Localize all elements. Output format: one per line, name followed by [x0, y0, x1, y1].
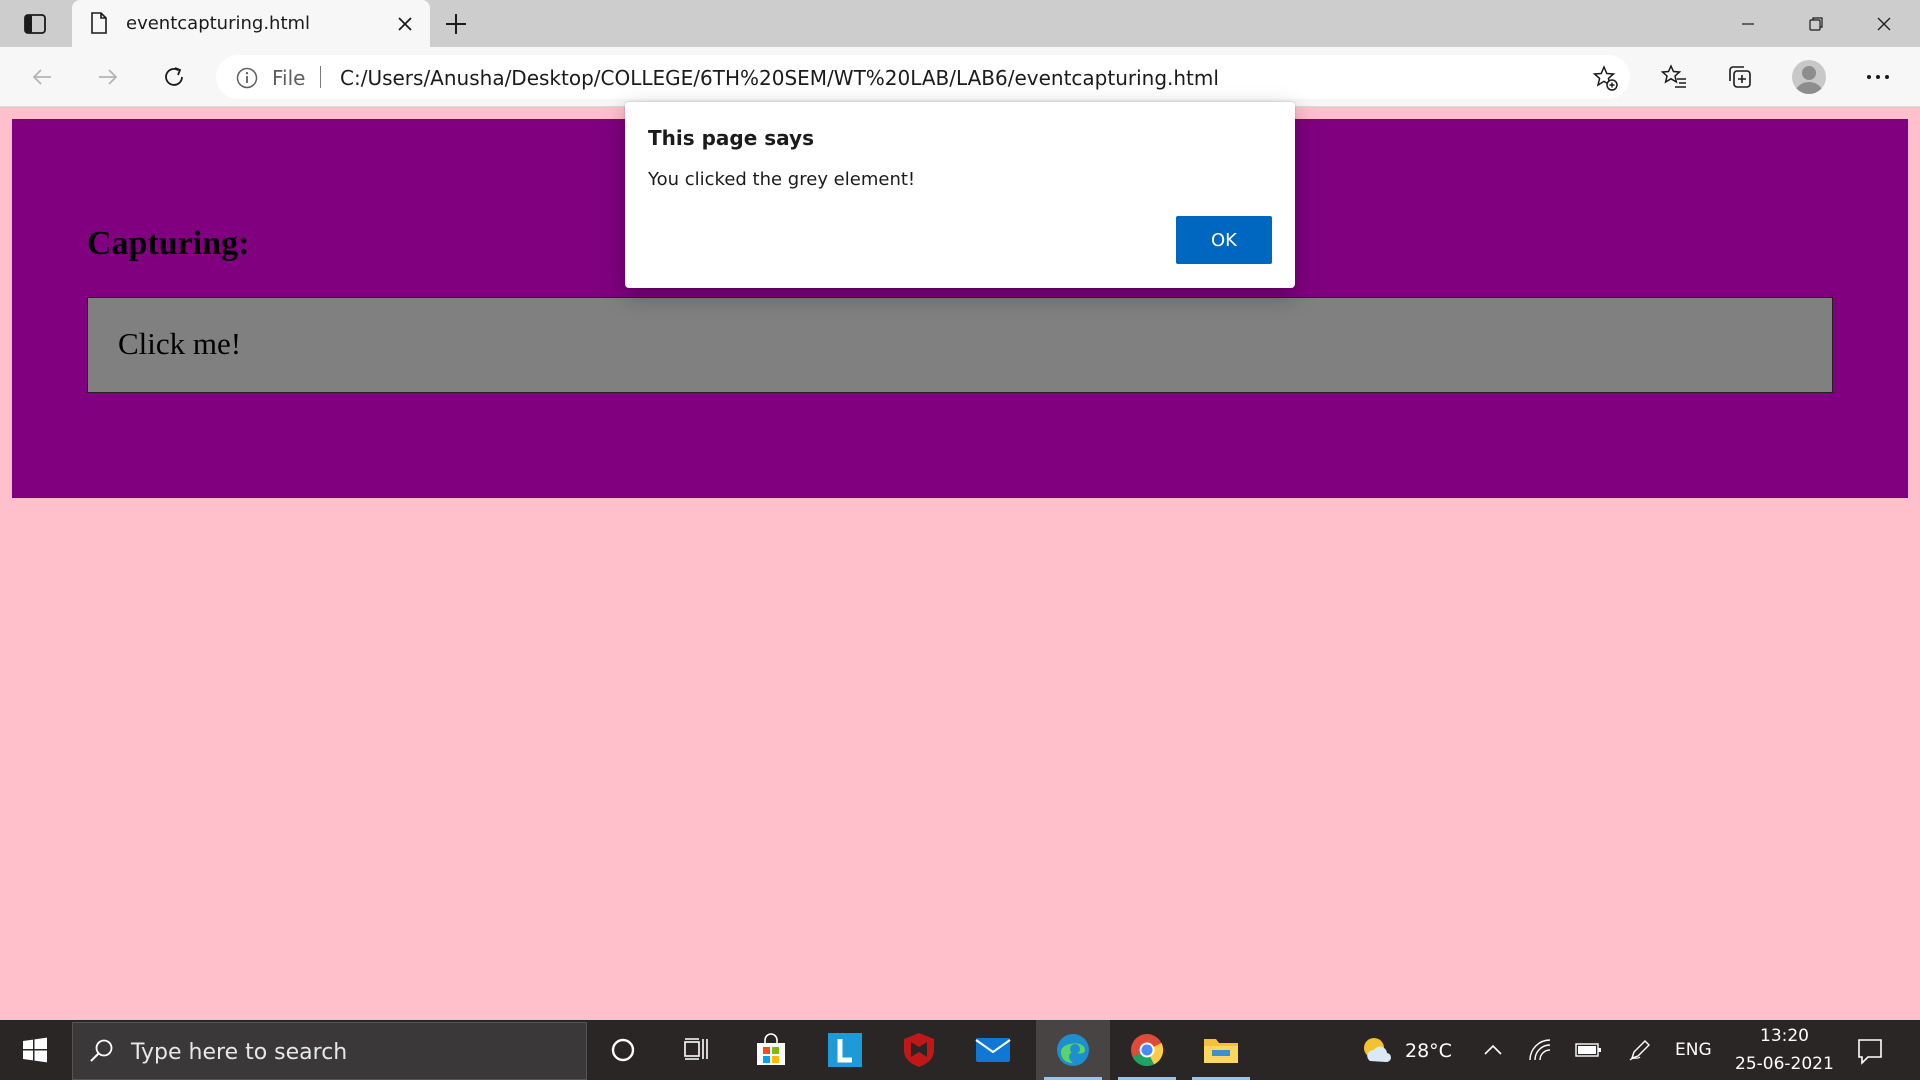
mail-icon: [975, 1038, 1011, 1062]
minimize-icon: [1742, 22, 1754, 25]
browser-toolbar: File C:/Users/Anusha/Desktop/COLLEGE/6TH…: [0, 47, 1920, 107]
forward-button[interactable]: [90, 59, 126, 95]
close-tab-icon[interactable]: [394, 13, 416, 35]
taskbar-search-box[interactable]: Type here to search: [72, 1022, 587, 1080]
cortana-icon: [611, 1038, 635, 1062]
taskbar-mcafee[interactable]: [882, 1020, 956, 1080]
user-icon: [1795, 66, 1823, 94]
l-app-icon: [828, 1033, 862, 1067]
dialog-title: This page says: [648, 126, 814, 150]
taskbar-mail[interactable]: [956, 1020, 1030, 1080]
profile-avatar[interactable]: [1792, 60, 1826, 94]
taskbar-file-explorer[interactable]: [1184, 1020, 1258, 1080]
collections-button[interactable]: [1722, 59, 1758, 95]
back-button[interactable]: [24, 59, 60, 95]
address-separator: [320, 66, 321, 88]
page-heading: Capturing:: [87, 225, 250, 262]
notification-icon[interactable]: [1856, 1037, 1884, 1065]
back-arrow-icon: [32, 69, 51, 85]
search-icon: [90, 1039, 113, 1062]
restore-icon: [1809, 16, 1823, 31]
minimize-button[interactable]: [1714, 0, 1782, 47]
restore-button[interactable]: [1782, 0, 1850, 47]
search-placeholder: Type here to search: [131, 1040, 348, 1065]
chevron-up-icon[interactable]: [1482, 1040, 1504, 1060]
more-icon: [1867, 75, 1889, 79]
clock-date[interactable]: 25-06-2021: [1735, 1054, 1834, 1074]
dialog-message: You clicked the grey element!: [648, 169, 916, 190]
taskbar-chrome[interactable]: [1110, 1020, 1184, 1080]
grey-element-text: Click me!: [118, 326, 242, 361]
tab-title: eventcapturing.html: [126, 13, 311, 34]
taskbar-store[interactable]: [734, 1020, 808, 1080]
collections-icon: [1729, 66, 1751, 88]
pen-icon[interactable]: [1628, 1038, 1652, 1062]
taskbar-l-app[interactable]: [808, 1020, 882, 1080]
scheme-label: File: [272, 66, 306, 90]
mcafee-shield-icon: [904, 1033, 934, 1067]
network-icon[interactable]: [1528, 1038, 1552, 1062]
task-view-icon: [684, 1038, 708, 1060]
task-view-button[interactable]: [660, 1020, 734, 1080]
new-tab-icon[interactable]: [440, 10, 472, 38]
favorites-button[interactable]: [1656, 59, 1692, 95]
clock-time[interactable]: 13:20: [1760, 1026, 1809, 1046]
taskbar-edge[interactable]: [1036, 1020, 1110, 1080]
folder-icon: [1204, 1039, 1238, 1063]
weather-icon[interactable]: [1360, 1035, 1392, 1065]
cortana-button[interactable]: [586, 1020, 660, 1080]
weather-temperature[interactable]: 28°C: [1405, 1040, 1452, 1062]
settings-more-button[interactable]: [1860, 59, 1896, 95]
add-favorite-icon[interactable]: [1592, 65, 1618, 91]
close-icon: [1877, 17, 1891, 30]
info-icon[interactable]: [236, 67, 258, 89]
forward-arrow-icon: [99, 69, 118, 85]
store-icon: [757, 1033, 785, 1065]
ok-button[interactable]: OK: [1176, 216, 1272, 264]
refresh-icon: [165, 67, 183, 86]
taskbar: Type here to search 28°C ENG 13:20 25-06…: [0, 1020, 1920, 1080]
start-button[interactable]: [0, 1020, 70, 1080]
close-window-button[interactable]: [1850, 0, 1918, 47]
grey-element[interactable]: Click me!: [87, 297, 1833, 393]
tab-strip: eventcapturing.html: [0, 0, 1920, 47]
chrome-icon: [1131, 1034, 1164, 1067]
refresh-button[interactable]: [156, 59, 192, 95]
tab-actions-icon: [24, 14, 46, 34]
page-icon: [91, 12, 107, 34]
tab-actions-button[interactable]: [12, 8, 58, 40]
url-text[interactable]: C:/Users/Anusha/Desktop/COLLEGE/6TH%20SE…: [340, 66, 1219, 90]
favorites-icon: [1661, 64, 1686, 88]
language-indicator[interactable]: ENG: [1675, 1040, 1712, 1060]
tab-eventcapturing[interactable]: eventcapturing.html: [72, 0, 430, 47]
alert-dialog: This page says You clicked the grey elem…: [625, 102, 1295, 288]
address-bar[interactable]: File C:/Users/Anusha/Desktop/COLLEGE/6TH…: [216, 55, 1630, 99]
windows-icon: [23, 1037, 47, 1063]
battery-icon[interactable]: [1574, 1040, 1602, 1060]
edge-icon: [1057, 1034, 1089, 1066]
